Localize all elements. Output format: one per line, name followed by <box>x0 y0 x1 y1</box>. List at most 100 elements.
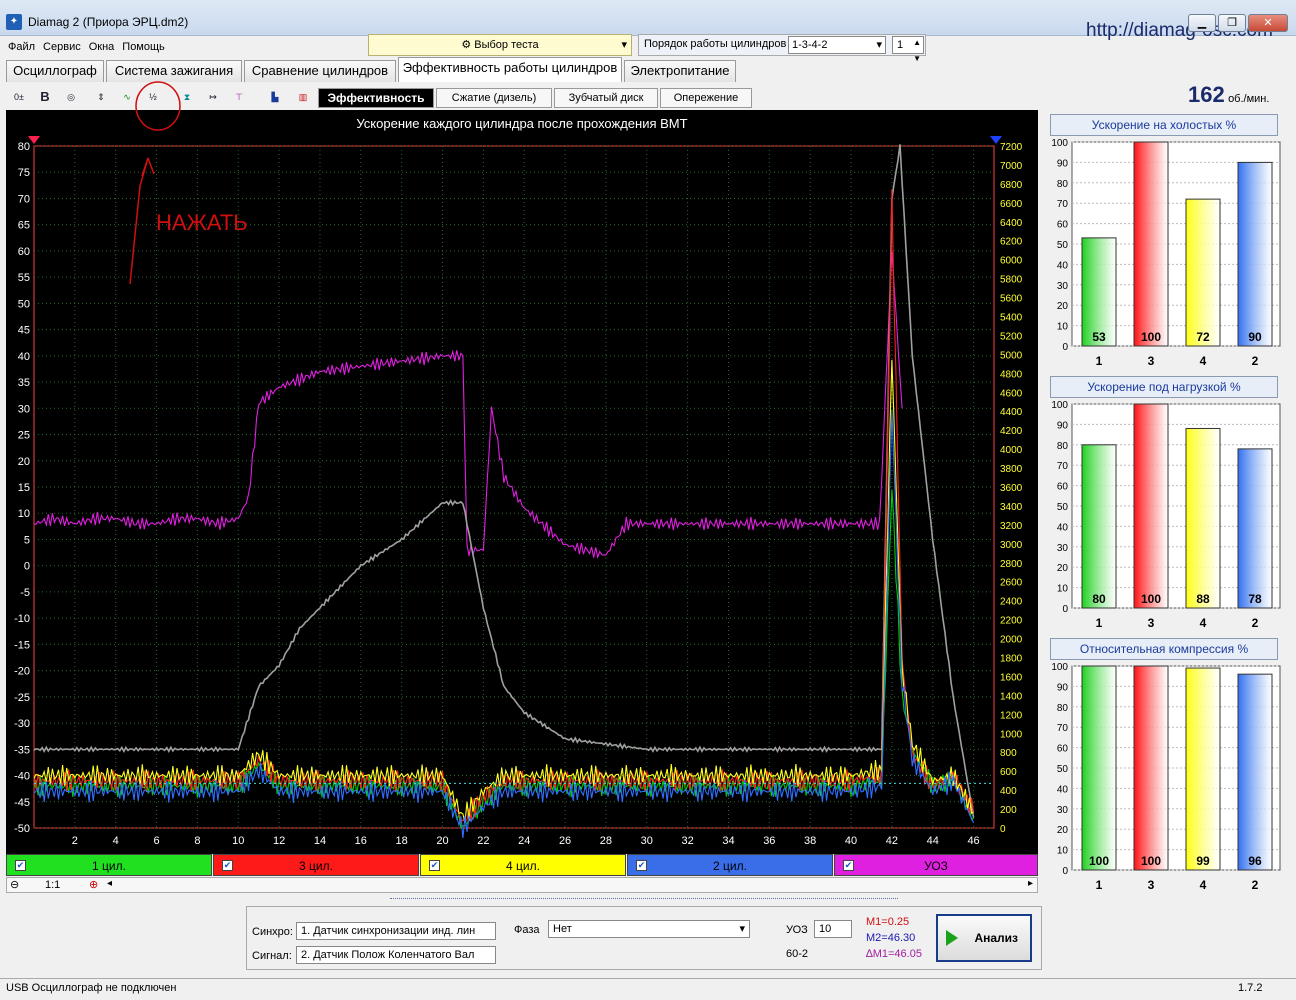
bar-value-label: 99 <box>1196 854 1210 868</box>
bar-y-tick: 0 <box>1062 604 1068 615</box>
bar <box>1133 665 1169 871</box>
x-tick-label: 24 <box>518 835 530 847</box>
y2-tick-label: 3800 <box>1000 464 1023 475</box>
phase-label: Фаза <box>514 924 540 936</box>
menu-service[interactable]: Сервис <box>43 38 81 56</box>
y2-tick-label: 2400 <box>1000 597 1023 608</box>
series-line-4 <box>33 359 974 823</box>
legend-uoz[interactable]: ✔ УОЗ <box>834 854 1038 876</box>
cylinder-spin-value: 1 <box>897 39 904 51</box>
y2-tick-label: 2200 <box>1000 616 1023 627</box>
checkbox-icon[interactable]: ✔ <box>843 860 854 871</box>
cylinder-spin[interactable]: 1 ▲ ▼ <box>892 36 924 63</box>
legend-label: 3 цил. <box>299 859 333 873</box>
y-tick-label: 30 <box>18 403 30 415</box>
zoom-in-icon[interactable]: ⊕ <box>89 878 98 891</box>
scroll-right-icon[interactable]: ▸ <box>1028 878 1033 889</box>
bold-icon[interactable]: B <box>34 86 56 108</box>
menu-windows[interactable]: Окна <box>89 38 115 56</box>
subtab-compression[interactable]: Сжатие (дизель) <box>436 88 552 108</box>
marker-delta: ∆M1=46.05 <box>866 948 922 960</box>
load-accel-chart: 0 10 20 30 40 50 60 70 80 90 100 80 1 100 3 88 4 78 2 <box>1046 398 1284 632</box>
checkbox-icon[interactable]: ✔ <box>636 860 647 871</box>
cylinder-order-select[interactable]: 1-3-4-2 ▾ <box>788 36 886 54</box>
rpm-icon[interactable]: ◎ <box>60 86 82 108</box>
uoz-spin[interactable]: 10 <box>814 920 852 938</box>
subtab-advance[interactable]: Опережение <box>660 88 752 108</box>
y-tick-label: 60 <box>18 246 30 258</box>
checkbox-icon[interactable]: ✔ <box>15 860 26 871</box>
y-tick-label: -50 <box>14 823 30 835</box>
y2-tick-label: 6400 <box>1000 218 1023 229</box>
close-button[interactable]: ✕ <box>1248 14 1288 32</box>
bar-y-tick: 100 <box>1051 662 1068 673</box>
bar-y-tick: 20 <box>1057 825 1069 836</box>
phase-value: Нет <box>553 923 572 935</box>
legend-label: 2 цил. <box>713 859 747 873</box>
sync-select[interactable]: 1. Датчик синхронизации инд. лин <box>296 922 496 940</box>
tab-power[interactable]: Электропитание <box>624 60 736 82</box>
menu-file[interactable]: Файл <box>8 38 35 56</box>
y2-tick-label: 5200 <box>1000 331 1023 342</box>
scale-icon[interactable]: ⇕ <box>90 86 112 108</box>
maximize-button[interactable]: ❐ <box>1218 14 1246 32</box>
y2-tick-label: 2800 <box>1000 559 1023 570</box>
bar-category-label: 4 <box>1200 616 1207 630</box>
x-tick-label: 34 <box>722 835 734 847</box>
menu-help[interactable]: Помощь <box>122 38 165 56</box>
x-tick-label: 30 <box>641 835 653 847</box>
tab-oscilloscope[interactable]: Осциллограф <box>6 60 104 82</box>
bar-y-tick: 30 <box>1057 281 1069 292</box>
signal-select[interactable]: 2. Датчик Полож Коленчатого Вал <box>296 946 496 964</box>
bar-y-tick: 20 <box>1057 563 1069 574</box>
y2-tick-label: 1600 <box>1000 672 1023 683</box>
checkbox-icon[interactable]: ✔ <box>222 860 233 871</box>
y-tick-label: 75 <box>18 167 30 179</box>
compression-chart: 0 10 20 30 40 50 60 70 80 90 100 100 1 100 3 99 4 96 2 <box>1046 660 1284 894</box>
subtab-efficiency[interactable]: Эффективность <box>318 88 434 108</box>
bar-y-tick: 60 <box>1057 220 1069 231</box>
bar-category-label: 2 <box>1252 354 1259 368</box>
x-tick-label: 28 <box>600 835 612 847</box>
zoom-scrollbar[interactable]: ⊖ 1:1 ⊕ ◂ ▸ <box>6 877 1038 893</box>
scroll-left-icon[interactable]: ◂ <box>107 878 112 889</box>
x-tick-label: 36 <box>763 835 775 847</box>
bar-value-label: 96 <box>1248 854 1262 868</box>
legend-cyl-4[interactable]: ✔ 4 цил. <box>420 854 626 876</box>
subtab-gear-disc[interactable]: Зубчатый диск <box>554 88 658 108</box>
bar-value-label: 100 <box>1141 854 1161 868</box>
minimize-button[interactable]: ▁ <box>1188 14 1216 32</box>
y2-tick-label: 4400 <box>1000 407 1023 418</box>
test-select[interactable]: ⚙ Выбор теста ▾ <box>368 34 632 56</box>
legend-cyl-2[interactable]: ✔ 2 цил. <box>627 854 833 876</box>
spin-arrows-icon: ▲ ▼ <box>913 38 921 63</box>
y-tick-label: 15 <box>18 482 30 494</box>
bar-value-label: 88 <box>1196 592 1210 606</box>
cylinder-order-value: 1-3-4-2 <box>792 39 828 51</box>
zero-icon[interactable]: 0± <box>8 86 30 108</box>
legend-cyl-1[interactable]: ✔ 1 цил. <box>6 854 212 876</box>
checkbox-icon[interactable]: ✔ <box>429 860 440 871</box>
bar-y-tick: 50 <box>1057 240 1069 251</box>
bar-y-tick: 70 <box>1057 199 1069 210</box>
y-tick-label: 40 <box>18 351 30 363</box>
zoom-out-icon[interactable]: ⊖ <box>10 878 19 891</box>
legend-cyl-3[interactable]: ✔ 3 цил. <box>213 854 419 876</box>
y-tick-label: -45 <box>14 797 30 809</box>
idle-accel-chart: 0 10 20 30 40 50 60 70 80 90 100 53 1 100 3 72 4 90 2 <box>1046 136 1284 370</box>
y-tick-label: 10 <box>18 508 30 520</box>
chevron-down-icon: ▾ <box>876 39 882 51</box>
x-tick-label: 40 <box>845 835 857 847</box>
y2-tick-label: 3400 <box>1000 502 1023 513</box>
x-tick-label: 4 <box>113 835 119 847</box>
x-tick-label: 42 <box>886 835 898 847</box>
phase-select[interactable]: Нет ▾ <box>548 920 750 938</box>
y2-tick-label: 3000 <box>1000 540 1023 551</box>
y-tick-label: 20 <box>18 456 30 468</box>
splitter[interactable] <box>390 898 898 902</box>
y-tick-label: -40 <box>14 771 30 783</box>
uoz-value: 10 <box>819 923 832 935</box>
bar-y-tick: 100 <box>1051 138 1068 149</box>
bar-value-label: 78 <box>1248 592 1262 606</box>
tab-cylinder-efficiency[interactable]: Эффективность работы цилиндров <box>398 57 622 82</box>
